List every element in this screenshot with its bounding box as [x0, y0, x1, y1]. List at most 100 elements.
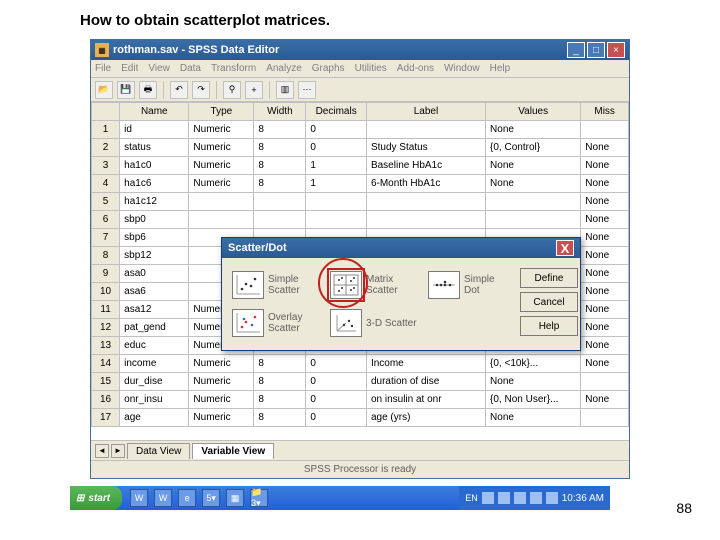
- taskbar-app-1[interactable]: W: [130, 489, 148, 507]
- cell-label[interactable]: [366, 193, 485, 211]
- cell-name[interactable]: id: [120, 121, 189, 139]
- taskbar-app-6[interactable]: 📁3▾: [250, 489, 268, 507]
- table-row[interactable]: 14 income Numeric 8 0 Income {0, <10k}..…: [92, 355, 629, 373]
- option-simple-dot[interactable]: SimpleDot: [428, 268, 520, 302]
- cell-decimals[interactable]: 0: [306, 139, 367, 157]
- cell-values[interactable]: {0, <10k}...: [486, 355, 581, 373]
- cell-missing[interactable]: [581, 121, 629, 139]
- cell-name[interactable]: sbp0: [120, 211, 189, 229]
- row-header[interactable]: 17: [92, 409, 120, 427]
- col-values[interactable]: Values: [486, 103, 581, 121]
- row-header[interactable]: 4: [92, 175, 120, 193]
- row-header[interactable]: 6: [92, 211, 120, 229]
- cell-values[interactable]: None: [486, 157, 581, 175]
- table-row[interactable]: 5 ha1c12 None: [92, 193, 629, 211]
- cell-type[interactable]: Numeric: [189, 175, 254, 193]
- table-row[interactable]: 3 ha1c0 Numeric 8 1 Baseline HbA1c None …: [92, 157, 629, 175]
- cell-name[interactable]: sbp12: [120, 247, 189, 265]
- menu-edit[interactable]: Edit: [121, 63, 138, 74]
- row-header[interactable]: 14: [92, 355, 120, 373]
- row-header[interactable]: 16: [92, 391, 120, 409]
- cell-missing[interactable]: None: [581, 337, 629, 355]
- cell-missing[interactable]: None: [581, 319, 629, 337]
- cell-width[interactable]: 8: [254, 409, 306, 427]
- cell-missing[interactable]: None: [581, 355, 629, 373]
- menu-window[interactable]: Window: [444, 63, 480, 74]
- row-header[interactable]: 15: [92, 373, 120, 391]
- menu-help[interactable]: Help: [490, 63, 511, 74]
- cell-missing[interactable]: None: [581, 175, 629, 193]
- cell-name[interactable]: ha1c6: [120, 175, 189, 193]
- menu-analyze[interactable]: Analyze: [266, 63, 302, 74]
- col-type[interactable]: Type: [189, 103, 254, 121]
- cell-decimals[interactable]: 0: [306, 391, 367, 409]
- open-icon[interactable]: 📂: [95, 81, 113, 99]
- menu-addons[interactable]: Add-ons: [397, 63, 434, 74]
- cell-width[interactable]: 8: [254, 373, 306, 391]
- col-missing[interactable]: Miss: [581, 103, 629, 121]
- menu-view[interactable]: View: [148, 63, 170, 74]
- cell-name[interactable]: status: [120, 139, 189, 157]
- table-row[interactable]: 15 dur_dise Numeric 8 0 duration of dise…: [92, 373, 629, 391]
- cell-width[interactable]: 8: [254, 157, 306, 175]
- cell-missing[interactable]: None: [581, 283, 629, 301]
- cell-missing[interactable]: None: [581, 247, 629, 265]
- cell-missing[interactable]: None: [581, 193, 629, 211]
- taskbar-app-5[interactable]: ▦: [226, 489, 244, 507]
- cell-label[interactable]: Income: [366, 355, 485, 373]
- cell-label[interactable]: Baseline HbA1c: [366, 157, 485, 175]
- tray-icon-4[interactable]: [530, 492, 542, 504]
- cell-name[interactable]: ha1c0: [120, 157, 189, 175]
- taskbar-app-2[interactable]: W: [154, 489, 172, 507]
- undo-icon[interactable]: ↶: [170, 81, 188, 99]
- row-header[interactable]: 11: [92, 301, 120, 319]
- cell-values[interactable]: [486, 211, 581, 229]
- insert-icon[interactable]: +: [245, 81, 263, 99]
- find-icon[interactable]: ⚲: [223, 81, 241, 99]
- cell-missing[interactable]: None: [581, 229, 629, 247]
- cell-label[interactable]: age (yrs): [366, 409, 485, 427]
- cell-label[interactable]: [366, 121, 485, 139]
- redo-icon[interactable]: ↷: [192, 81, 210, 99]
- row-header[interactable]: 7: [92, 229, 120, 247]
- cell-width[interactable]: 8: [254, 139, 306, 157]
- cell-name[interactable]: educ: [120, 337, 189, 355]
- cell-type[interactable]: Numeric: [189, 157, 254, 175]
- row-header[interactable]: 5: [92, 193, 120, 211]
- row-header[interactable]: 10: [92, 283, 120, 301]
- cell-values[interactable]: {0, Control}: [486, 139, 581, 157]
- cell-decimals[interactable]: 1: [306, 157, 367, 175]
- cell-missing[interactable]: None: [581, 139, 629, 157]
- cell-values[interactable]: None: [486, 409, 581, 427]
- table-row[interactable]: 1 id Numeric 8 0 None: [92, 121, 629, 139]
- cell-values[interactable]: {0, Non User}...: [486, 391, 581, 409]
- define-button[interactable]: Define: [520, 268, 578, 288]
- cell-missing[interactable]: [581, 373, 629, 391]
- cell-name[interactable]: sbp6: [120, 229, 189, 247]
- row-header[interactable]: 1: [92, 121, 120, 139]
- option-simple-scatter[interactable]: SimpleScatter: [232, 268, 324, 302]
- cell-width[interactable]: 8: [254, 175, 306, 193]
- cell-name[interactable]: asa6: [120, 283, 189, 301]
- tab-data-view[interactable]: Data View: [127, 443, 190, 459]
- cell-width[interactable]: [254, 193, 306, 211]
- cell-width[interactable]: 8: [254, 355, 306, 373]
- cell-type[interactable]: [189, 211, 254, 229]
- cell-missing[interactable]: None: [581, 301, 629, 319]
- cell-type[interactable]: Numeric: [189, 409, 254, 427]
- cell-decimals[interactable]: 0: [306, 355, 367, 373]
- taskbar-app-3[interactable]: e: [178, 489, 196, 507]
- cell-type[interactable]: Numeric: [189, 121, 254, 139]
- cell-decimals[interactable]: 0: [306, 373, 367, 391]
- option-matrix-scatter[interactable]: MatrixScatter: [330, 268, 422, 302]
- table-row[interactable]: 4 ha1c6 Numeric 8 1 6-Month HbA1c None N…: [92, 175, 629, 193]
- cell-decimals[interactable]: 0: [306, 121, 367, 139]
- cell-decimals[interactable]: [306, 211, 367, 229]
- tab-variable-view[interactable]: Variable View: [192, 443, 274, 459]
- cell-label[interactable]: Study Status: [366, 139, 485, 157]
- cell-name[interactable]: onr_insu: [120, 391, 189, 409]
- cell-type[interactable]: [189, 193, 254, 211]
- cell-width[interactable]: 8: [254, 391, 306, 409]
- tab-prev-icon[interactable]: ◄: [95, 444, 109, 458]
- cell-decimals[interactable]: [306, 193, 367, 211]
